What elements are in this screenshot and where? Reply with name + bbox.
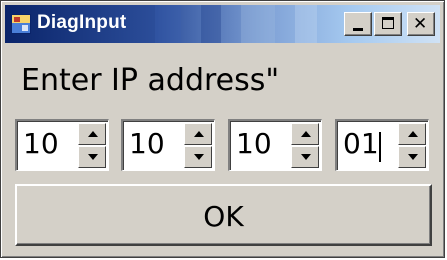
diag-input-window: DiagInput ✕ Enter IP address" 10 10 10 0…	[0, 0, 445, 258]
ip-octet-3-arrows	[291, 123, 319, 168]
minimize-button[interactable]	[344, 12, 372, 36]
ip-octet-3-spinbox[interactable]: 10	[228, 119, 322, 171]
ip-octet-1-value[interactable]: 10	[23, 127, 59, 160]
ip-octet-3-down-button[interactable]	[291, 146, 319, 168]
ip-octet-4-spinbox[interactable]: 01	[335, 119, 429, 171]
close-button[interactable]: ✕	[407, 12, 435, 36]
ip-octet-1-down-button[interactable]	[78, 146, 106, 168]
arrow-up-icon	[194, 131, 204, 137]
ip-octet-4-arrows	[398, 123, 426, 168]
ip-octet-2-value[interactable]: 10	[129, 127, 165, 160]
window-title: DiagInput	[37, 12, 127, 33]
arrow-up-icon	[88, 131, 98, 137]
arrow-down-icon	[194, 154, 204, 160]
ip-octet-2-up-button[interactable]	[184, 123, 212, 145]
ip-octet-4-down-button[interactable]	[398, 146, 426, 168]
arrow-down-icon	[408, 154, 418, 160]
ip-octet-3-value[interactable]: 10	[236, 127, 272, 160]
arrow-up-icon	[301, 131, 311, 137]
close-icon: ✕	[413, 14, 428, 34]
ok-button[interactable]: OK	[15, 184, 432, 246]
ip-octet-1-spinbox[interactable]: 10	[15, 119, 109, 171]
ok-button-label: OK	[203, 200, 244, 233]
arrow-down-icon	[88, 154, 98, 160]
ip-octet-1-up-button[interactable]	[78, 123, 106, 145]
ip-octet-4-up-button[interactable]	[398, 123, 426, 145]
ip-octet-2-spinbox[interactable]: 10	[121, 119, 215, 171]
text-caret	[379, 132, 381, 162]
ip-octet-1-arrows	[78, 123, 106, 168]
maximize-button[interactable]	[374, 12, 402, 36]
minimize-icon	[353, 28, 363, 31]
app-icon[interactable]	[11, 14, 31, 34]
arrow-down-icon	[301, 154, 311, 160]
maximize-icon	[382, 17, 394, 29]
ip-octet-2-down-button[interactable]	[184, 146, 212, 168]
ip-octet-2-arrows	[184, 123, 212, 168]
ip-octet-4-value[interactable]: 01	[343, 127, 379, 160]
title-bar[interactable]: DiagInput ✕	[5, 5, 440, 43]
arrow-up-icon	[408, 131, 418, 137]
prompt-label: Enter IP address"	[21, 63, 280, 98]
ip-octet-3-up-button[interactable]	[291, 123, 319, 145]
